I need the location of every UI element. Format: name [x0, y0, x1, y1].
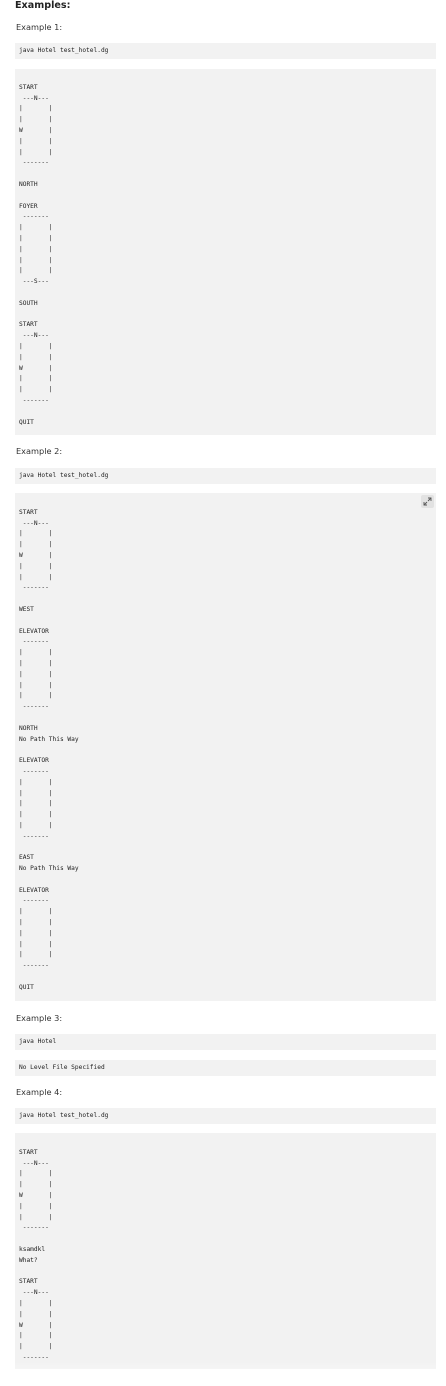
example-2-command-text: java Hotel test_hotel.dg — [19, 472, 109, 479]
expand-button[interactable] — [421, 495, 434, 508]
example-2-label: Example 2: — [16, 446, 63, 456]
example-1-output: START ---N--- | | | | W | | | | | ------… — [15, 69, 436, 435]
example-3-command: java Hotel — [15, 1034, 436, 1050]
example-4-label: Example 4: — [16, 1087, 63, 1097]
example-4-output-text: START ---N--- | | | | W | | | | | ------… — [19, 1148, 53, 1361]
example-3-output: No Level File Specified — [15, 1060, 436, 1076]
example-3-label: Example 3: — [16, 1013, 63, 1023]
example-1-command-text: java Hotel test_hotel.dg — [19, 47, 109, 54]
examples-heading: Examples: — [15, 0, 71, 11]
example-4-output: START ---N--- | | | | W | | | | | ------… — [15, 1133, 436, 1369]
bottom-fade — [0, 1362, 446, 1386]
example-4-command-text: java Hotel test_hotel.dg — [19, 1112, 109, 1119]
example-4-command: java Hotel test_hotel.dg — [15, 1108, 436, 1124]
expand-arrows-icon — [423, 497, 432, 506]
example-2-output: START ---N--- | | | | W | | | | | ------… — [15, 493, 436, 1001]
example-3-output-text: No Level File Specified — [19, 1064, 105, 1071]
example-2-command: java Hotel test_hotel.dg — [15, 468, 436, 484]
example-1-command: java Hotel test_hotel.dg — [15, 43, 436, 59]
example-2-output-text: START ---N--- | | | | W | | | | | ------… — [19, 508, 79, 991]
example-1-output-text: START ---N--- | | | | W | | | | | ------… — [19, 83, 53, 426]
example-3-command-text: java Hotel — [19, 1038, 57, 1045]
example-1-label: Example 1: — [16, 22, 63, 32]
